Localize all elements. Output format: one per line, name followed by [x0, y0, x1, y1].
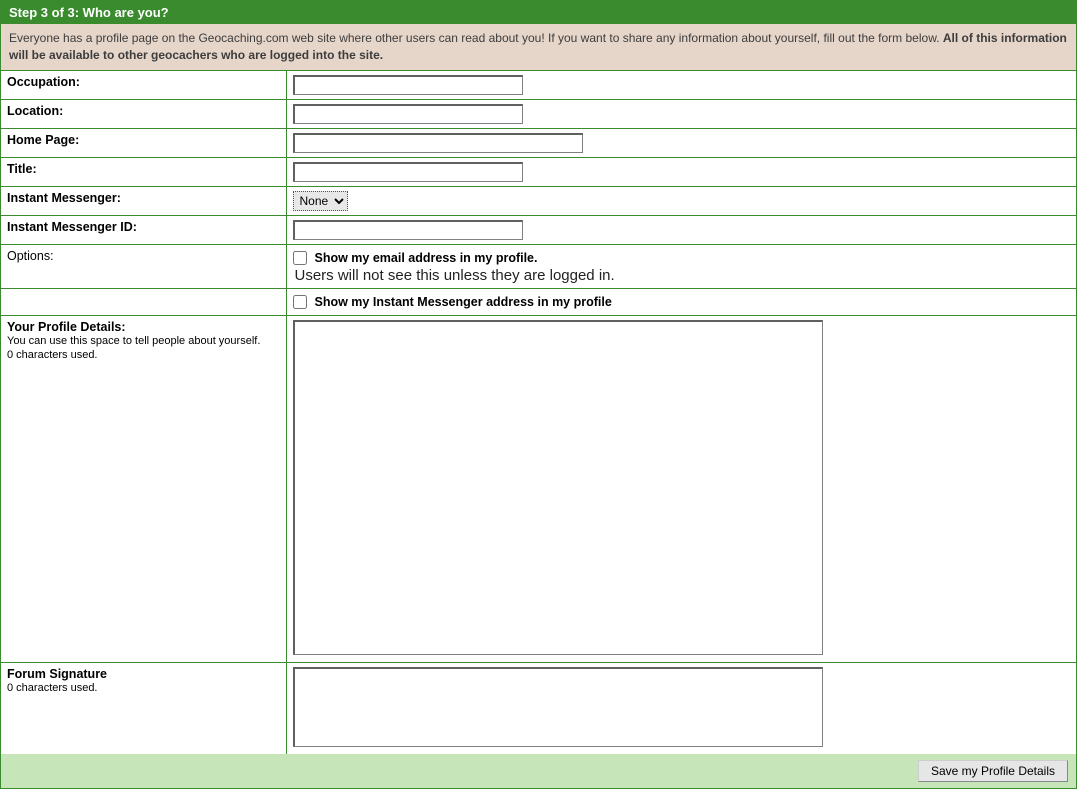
footer: Save my Profile Details [1, 754, 1076, 788]
label-details-title: Your Profile Details: [7, 320, 126, 334]
step-header: Step 3 of 3: Who are you? [1, 1, 1076, 24]
input-occupation[interactable] [293, 75, 523, 95]
input-imid[interactable] [293, 220, 523, 240]
label-options: Options: [1, 244, 286, 288]
intro-text: Everyone has a profile page on the Geoca… [1, 24, 1076, 71]
checkbox-show-im[interactable] [293, 295, 307, 309]
label-sig: Forum Signature 0 characters used. [1, 662, 286, 754]
profile-form: Step 3 of 3: Who are you? Everyone has a… [0, 0, 1077, 789]
select-im[interactable]: None [293, 191, 348, 211]
label-empty [1, 288, 286, 315]
label-show-email: Show my email address in my profile. [315, 251, 538, 265]
save-button[interactable]: Save my Profile Details [918, 760, 1068, 782]
label-occupation: Occupation: [1, 71, 286, 100]
label-sig-sub: 0 characters used. [7, 681, 280, 695]
intro-body: Everyone has a profile page on the Geoca… [9, 31, 943, 45]
label-details-sub1: You can use this space to tell people ab… [7, 334, 280, 348]
input-location[interactable] [293, 104, 523, 124]
textarea-details[interactable] [293, 320, 823, 655]
checkbox-show-email[interactable] [293, 251, 307, 265]
label-details-sub2: 0 characters used. [7, 348, 280, 362]
textarea-sig[interactable] [293, 667, 823, 747]
label-homepage: Home Page: [1, 128, 286, 157]
form-table: Occupation: Location: Home Page: Title: … [1, 71, 1076, 754]
label-location: Location: [1, 99, 286, 128]
note-show-email: Users will not see this unless they are … [295, 267, 1071, 284]
label-imid: Instant Messenger ID: [1, 215, 286, 244]
input-homepage[interactable] [293, 133, 583, 153]
label-im: Instant Messenger: [1, 186, 286, 215]
label-title: Title: [1, 157, 286, 186]
label-show-im: Show my Instant Messenger address in my … [315, 295, 612, 309]
label-details: Your Profile Details: You can use this s… [1, 315, 286, 662]
label-sig-title: Forum Signature [7, 667, 107, 681]
input-title[interactable] [293, 162, 523, 182]
